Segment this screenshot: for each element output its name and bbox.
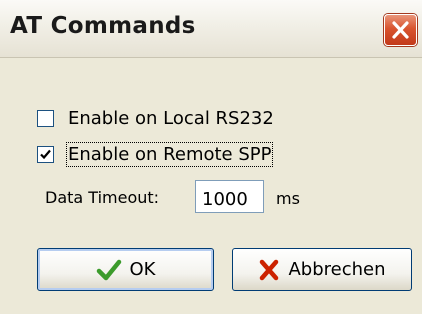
option-remote-spp[interactable]: Enable on Remote SPP xyxy=(37,141,274,167)
x-icon xyxy=(258,259,280,281)
local-rs232-checkbox[interactable] xyxy=(37,109,54,127)
data-timeout-label: Data Timeout: xyxy=(45,188,160,207)
remote-spp-label: Enable on Remote SPP xyxy=(65,141,274,167)
checkmark-icon xyxy=(40,149,51,159)
ok-button[interactable]: OK xyxy=(37,248,214,291)
remote-spp-checkbox[interactable] xyxy=(37,145,54,163)
window-title: AT Commands xyxy=(10,13,196,39)
close-button[interactable] xyxy=(384,14,417,46)
data-timeout-input[interactable] xyxy=(195,180,264,213)
cancel-button[interactable]: Abbrechen xyxy=(232,248,412,291)
title-bar[interactable]: AT Commands xyxy=(0,0,422,58)
checkmark-icon xyxy=(96,258,122,282)
cancel-label: Abbrechen xyxy=(288,259,386,280)
local-rs232-label: Enable on Local RS232 xyxy=(68,107,274,129)
timeout-unit-label: ms xyxy=(276,189,300,208)
option-local-rs232[interactable]: Enable on Local RS232 xyxy=(37,107,274,129)
at-commands-dialog: AT Commands Enable on Local RS232 Enable… xyxy=(0,0,422,314)
ok-label: OK xyxy=(129,259,156,280)
close-icon xyxy=(392,21,409,39)
